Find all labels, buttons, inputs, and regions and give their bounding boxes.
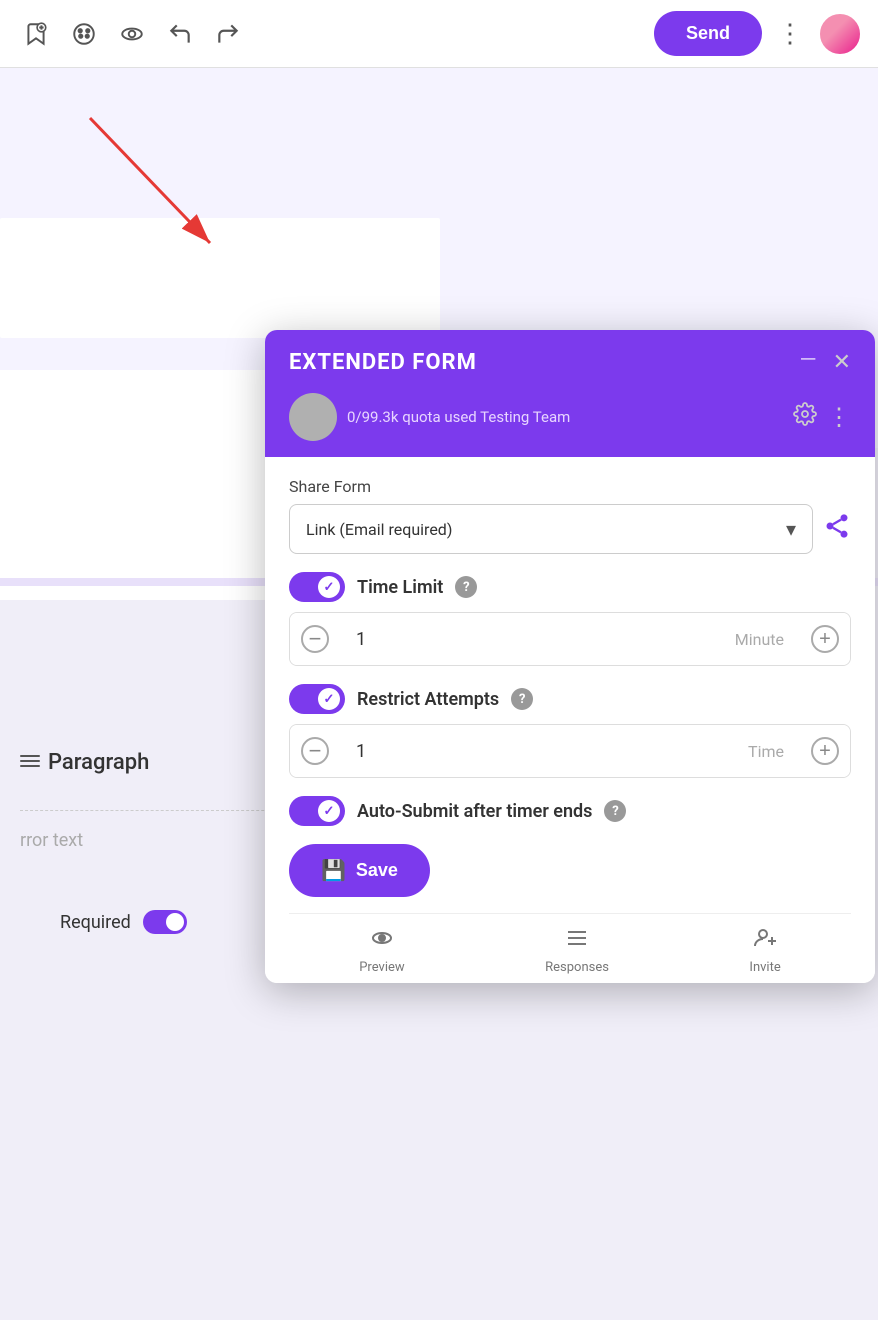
modal-bottom-nav: Preview Responses [289,913,851,983]
time-limit-toggle[interactable] [289,572,345,602]
invite-nav-icon [751,926,779,956]
nav-responses[interactable]: Responses [545,926,609,975]
time-limit-label: Time Limit [357,577,443,598]
auto-submit-check [318,800,340,822]
bookmark-icon[interactable] [16,14,56,54]
modal-body: Share Form Link (Email required) ▾ [265,457,875,983]
more-options-icon[interactable]: ⋮ [770,14,810,54]
error-text: rror text [20,830,83,851]
required-row: Required [60,910,187,934]
restrict-attempts-label: Restrict Attempts [357,689,499,710]
share-button[interactable] [823,512,851,547]
send-button[interactable]: Send [654,11,762,56]
share-form-label: Share Form [289,477,851,496]
paragraph-label: Paragraph [20,750,149,775]
auto-submit-label: Auto-Submit after timer ends [357,801,592,822]
modal-user-avatar [289,393,337,441]
time-limit-unit: Minute [735,630,784,649]
save-button[interactable]: 💾 Save [289,844,430,897]
auto-submit-toggle[interactable] [289,796,345,826]
modal-user-row: 0/99.3k quota used Testing Team ⋮ [289,393,851,457]
modal-title-row: EXTENDED FORM — ✕ [289,350,851,375]
restrict-toggle-check [318,688,340,710]
restrict-decrement-button[interactable]: − [290,725,340,777]
time-limit-increment-button[interactable]: + [800,613,850,665]
modal-close-button[interactable]: ✕ [833,350,851,375]
time-limit-value-display: 1 Minute [340,629,800,650]
save-icon: 💾 [321,858,346,883]
nav-invite[interactable]: Invite [749,926,780,975]
time-limit-row: Time Limit ? [289,572,851,602]
minus-circle-icon: − [301,625,329,653]
time-limit-decrement-button[interactable]: − [290,613,340,665]
required-toggle[interactable] [143,910,187,934]
palette-icon[interactable] [64,14,104,54]
plus-circle-icon: + [811,625,839,653]
avatar[interactable] [818,12,862,56]
restrict-plus-icon: + [811,737,839,765]
restrict-unit: Time [748,742,784,761]
modal-gear-button[interactable] [793,402,817,432]
restrict-attempts-stepper: − 1 Time + [289,724,851,778]
modal-title: EXTENDED FORM [289,350,477,375]
form-card-background [0,218,440,338]
modal-window-controls: — ✕ [800,350,851,375]
required-label: Required [60,912,131,933]
modal-header: EXTENDED FORM — ✕ 0/99.3k quota used Tes… [265,330,875,457]
modal-more-button[interactable]: ⋮ [827,403,851,432]
responses-nav-icon [563,926,591,956]
nav-preview[interactable]: Preview [359,926,404,975]
preview-eye-icon[interactable] [112,14,152,54]
extended-form-modal: EXTENDED FORM — ✕ 0/99.3k quota used Tes… [265,330,875,983]
auto-submit-help-icon[interactable]: ? [604,800,626,822]
toolbar: Send ⋮ [0,0,878,68]
preview-nav-icon [368,926,396,956]
auto-submit-row: Auto-Submit after timer ends ? [289,796,851,826]
time-limit-help-icon[interactable]: ? [455,576,477,598]
paragraph-icon [20,755,40,771]
time-limit-stepper: − 1 Minute + [289,612,851,666]
restrict-attempts-help-icon[interactable]: ? [511,688,533,710]
restrict-minus-icon: − [301,737,329,765]
restrict-value-display: 1 Time [340,741,800,762]
modal-minimize-button[interactable]: — [800,350,817,372]
redo-icon[interactable] [208,14,248,54]
share-type-select[interactable]: Link (Email required) ▾ [289,504,813,554]
toggle-check-indicator [318,576,340,598]
modal-user-info: 0/99.3k quota used Testing Team [347,408,783,426]
chevron-down-icon: ▾ [786,517,796,541]
restrict-attempts-row: Restrict Attempts ? [289,684,851,714]
undo-icon[interactable] [160,14,200,54]
restrict-attempts-toggle[interactable] [289,684,345,714]
restrict-increment-button[interactable]: + [800,725,850,777]
share-form-row: Link (Email required) ▾ [289,504,851,554]
